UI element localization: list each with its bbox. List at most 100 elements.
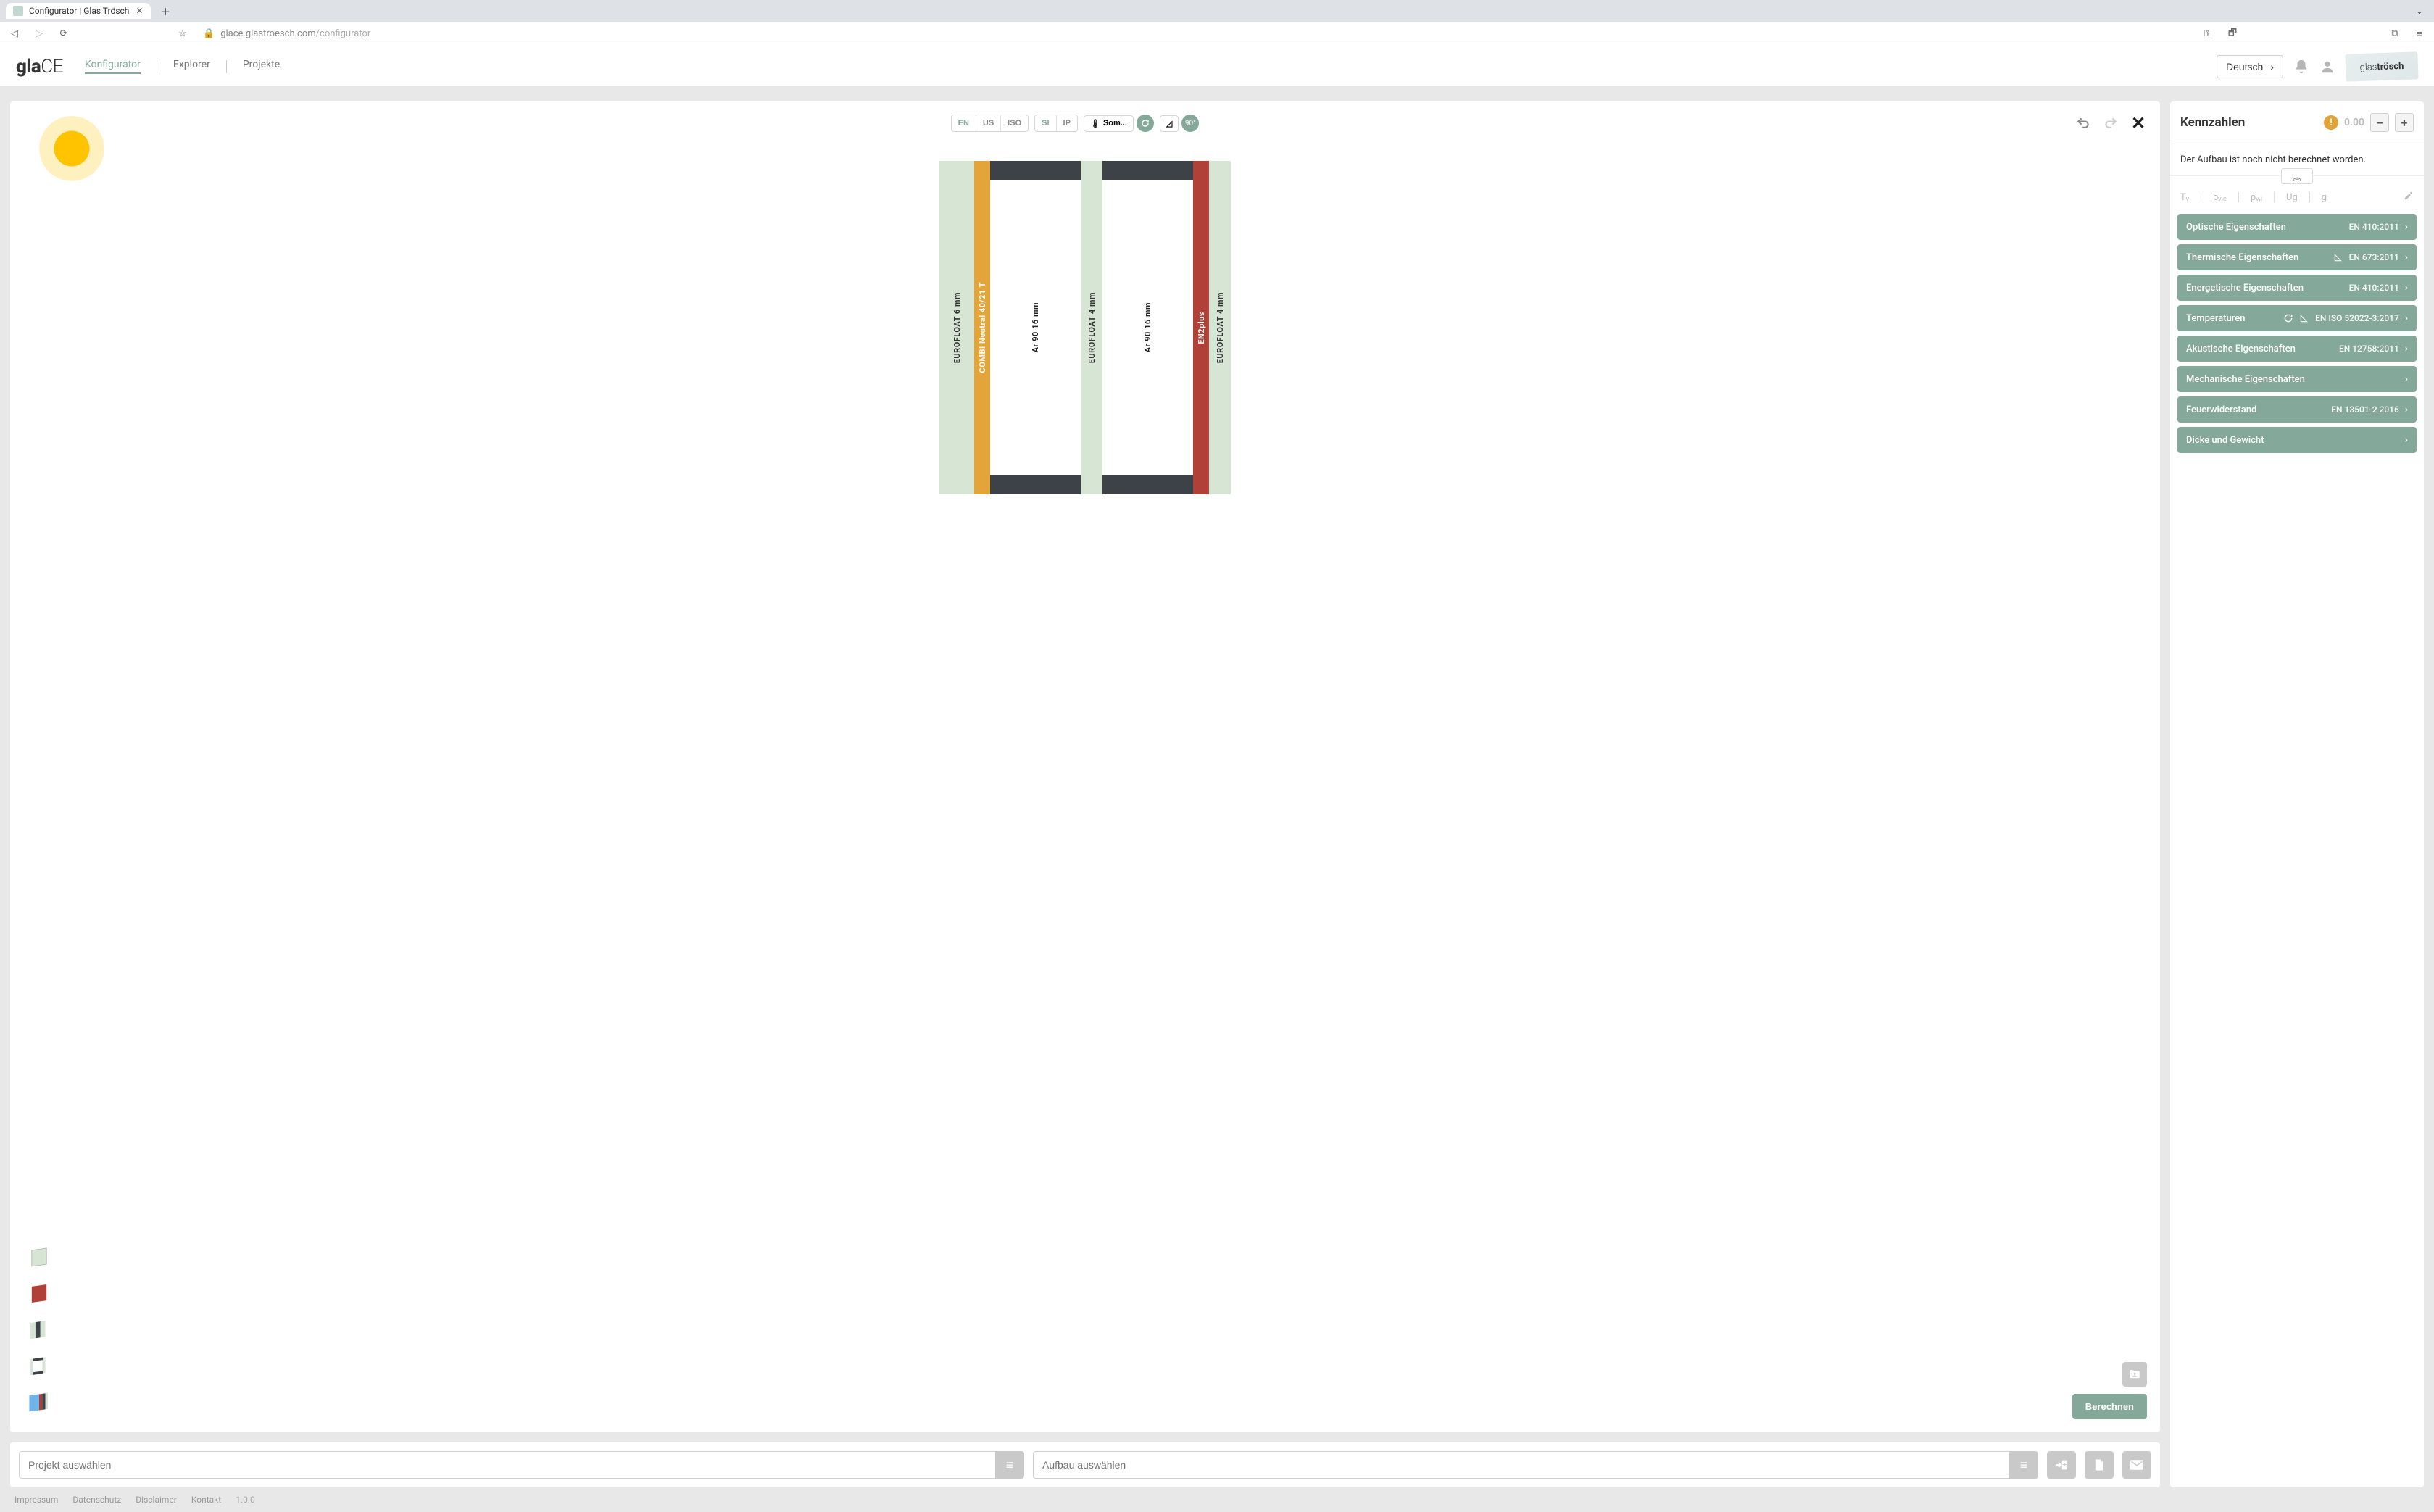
bookmark-button[interactable]: ☆ xyxy=(174,25,191,43)
browser-chrome: Configurator | Glas Trösch ✕ ＋ ⌄ ◁ ▷ ⟳ ☆… xyxy=(0,0,2434,46)
symbol-g: g xyxy=(2322,192,2327,203)
translate-icon[interactable]: 🗗 xyxy=(2224,25,2241,43)
metrics-panel: Kennzahlen ! 0.00 – + Der Aufbau ist noc… xyxy=(2170,101,2424,1487)
bell-icon[interactable] xyxy=(2293,59,2309,75)
calculate-button[interactable]: Berechnen xyxy=(2072,1394,2147,1419)
zoom-out-button[interactable]: – xyxy=(2370,113,2389,132)
zoom-in-button[interactable]: + xyxy=(2395,113,2414,132)
layer-glass-2[interactable]: EUROFLOAT 4 mm xyxy=(1081,161,1102,494)
selection-bar: ≡ ≡ + xyxy=(10,1442,2160,1487)
url-path: /configurator xyxy=(316,28,371,39)
user-icon[interactable] xyxy=(2319,59,2335,75)
brand-logo: glaströsch xyxy=(2345,51,2418,81)
browser-tab[interactable]: Configurator | Glas Trösch ✕ xyxy=(6,3,151,19)
accordion-2[interactable]: Energetische EigenschaftenEN 410:2011› xyxy=(2177,275,2417,301)
symbol-pvi: ρᵥ,ᵢ xyxy=(2251,191,2262,203)
accordion-3[interactable]: TemperaturenEN ISO 52022-3:2017› xyxy=(2177,305,2417,331)
climate-selector[interactable]: 🌡 Som... xyxy=(1084,115,1134,132)
accordion-label: Energetische Eigenschaften xyxy=(2186,283,2304,294)
palette-spacer[interactable] xyxy=(23,1351,55,1383)
email-button[interactable] xyxy=(2122,1451,2151,1479)
thermometer-icon: 🌡 xyxy=(1090,119,1100,128)
footer-disclaimer[interactable]: Disclaimer xyxy=(136,1495,177,1505)
close-tab-button[interactable]: ✕ xyxy=(135,7,144,15)
new-tab-button[interactable]: ＋ xyxy=(157,2,174,20)
close-canvas-button[interactable]: ✕ xyxy=(2130,115,2147,132)
standard-us[interactable]: US xyxy=(976,115,1001,131)
palette-coating[interactable] xyxy=(23,1279,55,1310)
project-select[interactable] xyxy=(19,1451,995,1479)
accordion-6[interactable]: FeuerwiderstandEN 13501-2 2016› xyxy=(2177,396,2417,423)
app-header: glaCE Konfigurator Explorer Projekte Deu… xyxy=(0,46,2434,87)
save-to-folder-button[interactable] xyxy=(2122,1362,2147,1387)
accordion-label: Dicke und Gewicht xyxy=(2186,435,2264,446)
layer-spacer-1[interactable]: Ar 90 16 mm xyxy=(990,161,1081,494)
standard-iso[interactable]: ISO xyxy=(1001,115,1028,131)
redo-button[interactable] xyxy=(2102,115,2119,132)
accordion-label: Mechanische Eigenschaften xyxy=(2186,374,2305,385)
forward-button: ▷ xyxy=(30,25,48,43)
browser-menu-button[interactable]: ≡ xyxy=(2411,25,2428,43)
tab-overflow-button[interactable]: ⌄ xyxy=(2411,2,2428,20)
install-app-icon[interactable]: ⧉ xyxy=(2386,25,2404,43)
standard-en[interactable]: EN xyxy=(952,115,976,131)
layer-glass-3[interactable]: EUROFLOAT 4 mm xyxy=(1209,161,1231,494)
panel-title: Kennzahlen xyxy=(2180,115,2245,130)
palette-glass[interactable] xyxy=(23,1242,55,1274)
export-pdf-button[interactable] xyxy=(2085,1451,2114,1479)
undo-button[interactable] xyxy=(2074,115,2092,132)
address-bar[interactable]: 🔒 glace.glastroesch.com/configurator xyxy=(199,28,2192,39)
accordion-0[interactable]: Optische EigenschaftenEN 410:2011› xyxy=(2177,214,2417,240)
glass-stack: EUROFLOAT 6 mm COMBI Neutral 40/21 T Ar … xyxy=(939,161,1231,494)
layer-coating-2[interactable]: EN2plus xyxy=(1193,161,1209,494)
layer-spacer-2[interactable]: Ar 90 16 mm xyxy=(1102,161,1193,494)
key-icon[interactable]: ⚿ xyxy=(2199,25,2217,43)
nav-konfigurator[interactable]: Konfigurator xyxy=(85,59,141,74)
palette-composite[interactable] xyxy=(23,1387,55,1419)
accordion-1[interactable]: Thermische EigenschaftenEN 673:2011› xyxy=(2177,244,2417,270)
footer-impressum[interactable]: Impressum xyxy=(14,1495,58,1505)
chevron-right-icon: › xyxy=(2405,434,2408,446)
accordion-7[interactable]: Dicke und Gewicht › xyxy=(2177,427,2417,453)
footer-kontakt[interactable]: Kontakt xyxy=(191,1495,221,1505)
accordion-norm: EN 410:2011 xyxy=(2349,283,2399,293)
favicon xyxy=(13,6,23,16)
symbol-pve: ρᵥ,ₑ xyxy=(2213,191,2227,203)
alert-badge[interactable]: ! xyxy=(2324,115,2338,130)
unit-ip[interactable]: IP xyxy=(1057,115,1077,131)
build-select[interactable] xyxy=(1033,1451,2009,1479)
unit-si[interactable]: SI xyxy=(1035,115,1056,131)
angle-icon xyxy=(2299,313,2309,323)
refresh-icon xyxy=(2283,313,2293,323)
chevron-right-icon: › xyxy=(2405,312,2408,324)
symbol-tv: Tᵥ xyxy=(2180,191,2189,203)
language-selector[interactable]: Deutsch › xyxy=(2217,55,2283,78)
import-button[interactable]: + xyxy=(2047,1451,2076,1479)
project-menu-button[interactable]: ≡ xyxy=(995,1451,1024,1479)
nav-explorer[interactable]: Explorer xyxy=(173,59,210,74)
palette-laminated[interactable] xyxy=(23,1315,55,1347)
reload-button[interactable]: ⟳ xyxy=(55,25,72,43)
nav-separator xyxy=(226,60,227,73)
footer-version: 1.0.0 xyxy=(236,1495,255,1505)
layer-coating-1[interactable]: COMBI Neutral 40/21 T xyxy=(974,161,990,494)
nav-projekte[interactable]: Projekte xyxy=(243,59,280,74)
climate-refresh-button[interactable] xyxy=(1137,115,1154,132)
angle-value-button[interactable]: 90° xyxy=(1181,115,1199,132)
angle-icon: ◿ xyxy=(1166,119,1172,128)
chevron-right-icon: › xyxy=(2405,252,2408,263)
symbol-ug: Ug xyxy=(2286,192,2298,203)
accordion-4[interactable]: Akustische EigenschaftenEN 12758:2011› xyxy=(2177,336,2417,362)
footer-datenschutz[interactable]: Datenschutz xyxy=(72,1495,121,1505)
svg-text:+: + xyxy=(2063,1461,2067,1469)
back-button[interactable]: ◁ xyxy=(6,25,23,43)
collapse-notice-button[interactable]: ︽ xyxy=(2281,168,2313,184)
build-menu-button[interactable]: ≡ xyxy=(2009,1451,2038,1479)
chevron-right-icon: › xyxy=(2405,343,2408,354)
tab-title: Configurator | Glas Trösch xyxy=(29,6,129,16)
accordion-norm: EN 12758:2011 xyxy=(2339,344,2399,354)
accordion-5[interactable]: Mechanische Eigenschaften› xyxy=(2177,366,2417,392)
edit-symbols-button[interactable] xyxy=(2404,191,2414,204)
angle-indicator[interactable]: ◿ xyxy=(1160,115,1179,132)
layer-glass-1[interactable]: EUROFLOAT 6 mm xyxy=(939,161,974,494)
